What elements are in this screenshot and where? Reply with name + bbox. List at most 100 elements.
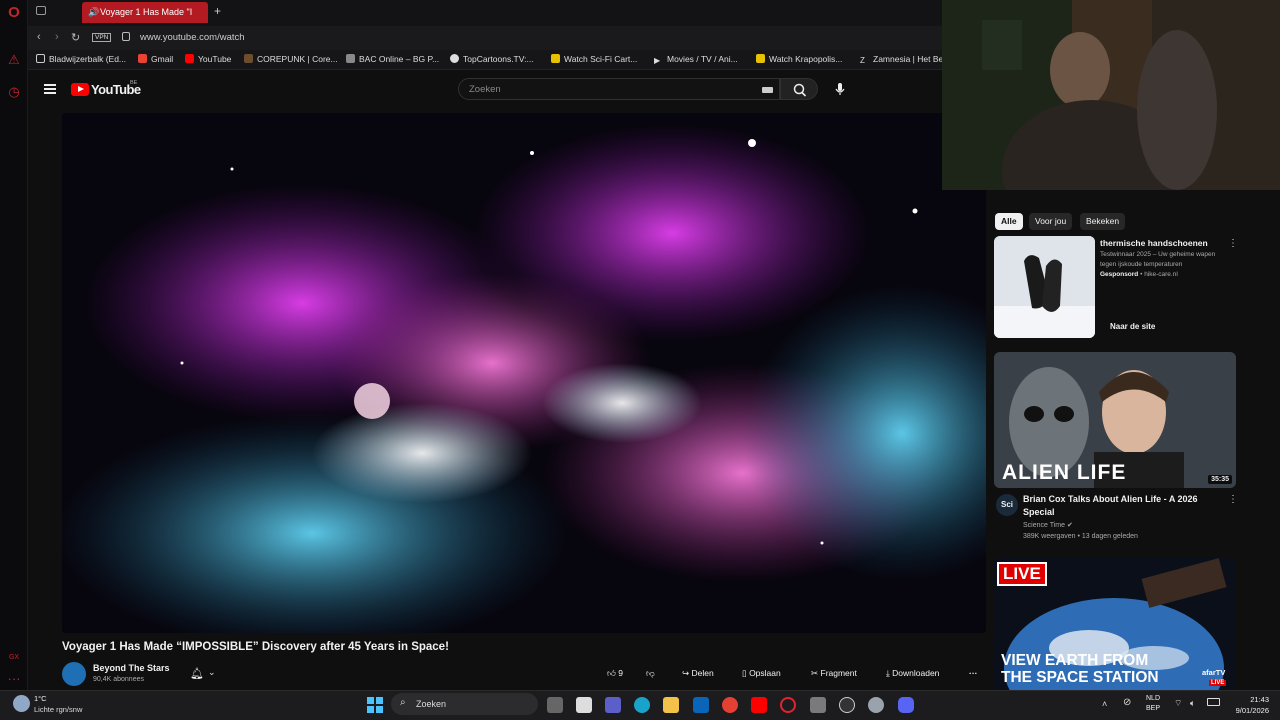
- ad-more-icon[interactable]: ⋮: [1228, 238, 1238, 249]
- save-button[interactable]: ▯ Opslaan: [742, 668, 781, 679]
- outlook-icon[interactable]: [693, 697, 709, 713]
- youtube-logo-icon[interactable]: [71, 83, 89, 96]
- video-player[interactable]: [62, 113, 986, 633]
- reload-icon[interactable]: ↻: [71, 31, 80, 44]
- ad-cta-button[interactable]: Naar de site: [1100, 317, 1165, 337]
- bookmark-item[interactable]: Gmail: [138, 54, 173, 64]
- bookmark-item[interactable]: Watch Krapopolis...: [756, 54, 842, 64]
- bookmark-item[interactable]: Watch Sci-Fi Cart...: [551, 54, 637, 64]
- url-field[interactable]: www.youtube.com/watch: [140, 32, 245, 43]
- task-view-icon[interactable]: [547, 697, 563, 713]
- taskbar-search[interactable]: ⌕ Zoeken: [391, 693, 538, 715]
- notification-bell-icon[interactable]: 🔔︎: [190, 667, 204, 680]
- weather-icon[interactable]: [13, 695, 30, 712]
- clock[interactable]: 21:43 9/01/2026: [1229, 694, 1269, 716]
- download-button[interactable]: ⤓ Downloaden: [886, 668, 939, 679]
- chrome-icon[interactable]: [722, 697, 738, 713]
- widgets-icon[interactable]: [576, 697, 592, 713]
- like-button[interactable]: 👍︎ 9: [607, 668, 623, 679]
- calculator-icon[interactable]: [810, 697, 826, 713]
- address-bar: ‹ › ↻ VPN www.youtube.com/watch: [28, 26, 942, 50]
- related-video-meta: 389K weergaven • 13 dagen geleden: [1023, 533, 1138, 540]
- extensions-icon[interactable]: ⚠: [6, 52, 22, 68]
- clip-label: Fragment: [820, 668, 857, 678]
- search-button[interactable]: [780, 78, 818, 100]
- windows-start-icon[interactable]: [367, 697, 383, 713]
- bookmarks-bar: Bladwijzerbalk (Ed... Gmail YouTube CORE…: [28, 50, 943, 70]
- thumbnail-text: ALIEN LIFE: [1002, 461, 1127, 484]
- speaker-icon[interactable]: 🔊: [88, 2, 99, 23]
- bookmark-item[interactable]: YouTube: [185, 54, 231, 64]
- video-thumbnail[interactable]: ALIEN LIFE 35:35: [994, 352, 1236, 488]
- save-label: Opslaan: [749, 668, 781, 678]
- tab-title: Voyager 1 Has Made "I: [100, 7, 193, 17]
- settings-icon[interactable]: [868, 697, 884, 713]
- tab-active[interactable]: 🔊 Voyager 1 Has Made "I: [82, 2, 208, 23]
- mic-icon: [835, 83, 845, 95]
- video-more-icon[interactable]: ⋮: [1228, 494, 1238, 505]
- edge-icon[interactable]: [634, 697, 650, 713]
- teams-icon[interactable]: [605, 697, 621, 713]
- like-count: 9: [618, 668, 623, 678]
- video-title: Voyager 1 Has Made “IMPOSSIBLE” Discover…: [62, 641, 449, 653]
- ad-thumbnail[interactable]: [994, 236, 1095, 338]
- share-icon: ↪: [682, 668, 690, 678]
- forward-icon[interactable]: ›: [55, 31, 59, 43]
- wifi-icon[interactable]: ⌔: [1174, 698, 1182, 709]
- live-thumbnail-text: VIEW EARTH FROM THE SPACE STATION: [1001, 652, 1159, 686]
- bookmark-item[interactable]: Z Zamnesia | Het Be: [860, 54, 943, 65]
- chip-for-you[interactable]: Voor jou: [1029, 213, 1073, 230]
- opera-logo-icon[interactable]: O: [6, 5, 22, 21]
- bookmark-item[interactable]: TopCartoons.TV:...: [450, 54, 534, 64]
- new-tab-icon[interactable]: +: [214, 4, 221, 18]
- related-video-title[interactable]: Brian Cox Talks About Alien Life - A 202…: [1023, 493, 1213, 519]
- language-indicator[interactable]: NLD BEP: [1146, 694, 1160, 714]
- weather-temp[interactable]: 1°C: [34, 694, 47, 703]
- taskbar-search-label: Zoeken: [416, 699, 447, 709]
- ad-title[interactable]: thermische handschoenen: [1100, 238, 1208, 248]
- thumbs-down-icon: 👎︎: [646, 668, 655, 678]
- more-icon[interactable]: ···: [6, 671, 22, 687]
- bookmark-item[interactable]: BAC Online – BG P...: [346, 54, 439, 64]
- youtube-app-icon[interactable]: [751, 697, 767, 713]
- related-channel-name[interactable]: Science Time ✔: [1023, 521, 1073, 529]
- keyboard-icon[interactable]: [762, 87, 773, 93]
- clip-button[interactable]: ✂ Fragment: [811, 668, 857, 679]
- nebula-video-frame: [62, 113, 986, 633]
- history-icon[interactable]: ◷: [6, 84, 22, 100]
- battery-icon[interactable]: [1207, 698, 1220, 706]
- voice-search-button[interactable]: [829, 78, 851, 100]
- chip-watched[interactable]: Bekeken: [1080, 213, 1126, 230]
- more-actions-icon[interactable]: ···: [969, 668, 978, 678]
- back-icon[interactable]: ‹: [37, 31, 41, 43]
- chip-all[interactable]: Alle: [995, 213, 1023, 230]
- channel-avatar[interactable]: [62, 662, 86, 686]
- search-input[interactable]: Zoeken: [458, 78, 780, 100]
- file-explorer-icon[interactable]: [663, 697, 679, 713]
- channel-avatar[interactable]: Sci: [996, 494, 1018, 516]
- opera-gx-icon[interactable]: [780, 697, 796, 713]
- subscriber-count: 90,4K abonnees: [93, 676, 144, 683]
- dislike-button[interactable]: 👎︎: [646, 668, 655, 679]
- gx-icon[interactable]: GX: [6, 650, 22, 666]
- weather-desc: Lichte rgn/snw: [34, 705, 83, 714]
- vpn-badge[interactable]: VPN: [92, 33, 112, 42]
- discord-icon[interactable]: [898, 697, 914, 713]
- share-button[interactable]: ↪ Delen: [682, 668, 714, 679]
- chevron-down-icon[interactable]: ⌄: [208, 667, 216, 678]
- bookmark-item[interactable]: COREPUNK | Core...: [244, 54, 338, 64]
- tab-bar: 🔊 Voyager 1 Has Made "I +: [28, 0, 942, 26]
- tab-menu-icon[interactable]: [36, 6, 46, 15]
- menu-icon[interactable]: [44, 84, 56, 94]
- volume-icon[interactable]: 🔈︎: [1190, 698, 1195, 709]
- live-thumbnail[interactable]: LIVE VIEW EARTH FROM THE SPACE STATION af…: [994, 558, 1236, 690]
- bookmark-item[interactable]: Bladwijzerbalk (Ed...: [36, 54, 126, 64]
- app-icon[interactable]: [839, 697, 855, 713]
- channel-name[interactable]: Beyond The Stars: [93, 663, 170, 673]
- download-label: Downloaden: [892, 668, 940, 678]
- tray-app-icon[interactable]: ⊘: [1123, 697, 1131, 708]
- tray-chevron-icon[interactable]: ˄: [1102, 699, 1107, 709]
- country-code: BE: [130, 80, 138, 86]
- live-mini-badge: LIVE: [1209, 680, 1227, 686]
- bookmark-item[interactable]: ▶ Movies / TV / Ani...: [654, 54, 738, 65]
